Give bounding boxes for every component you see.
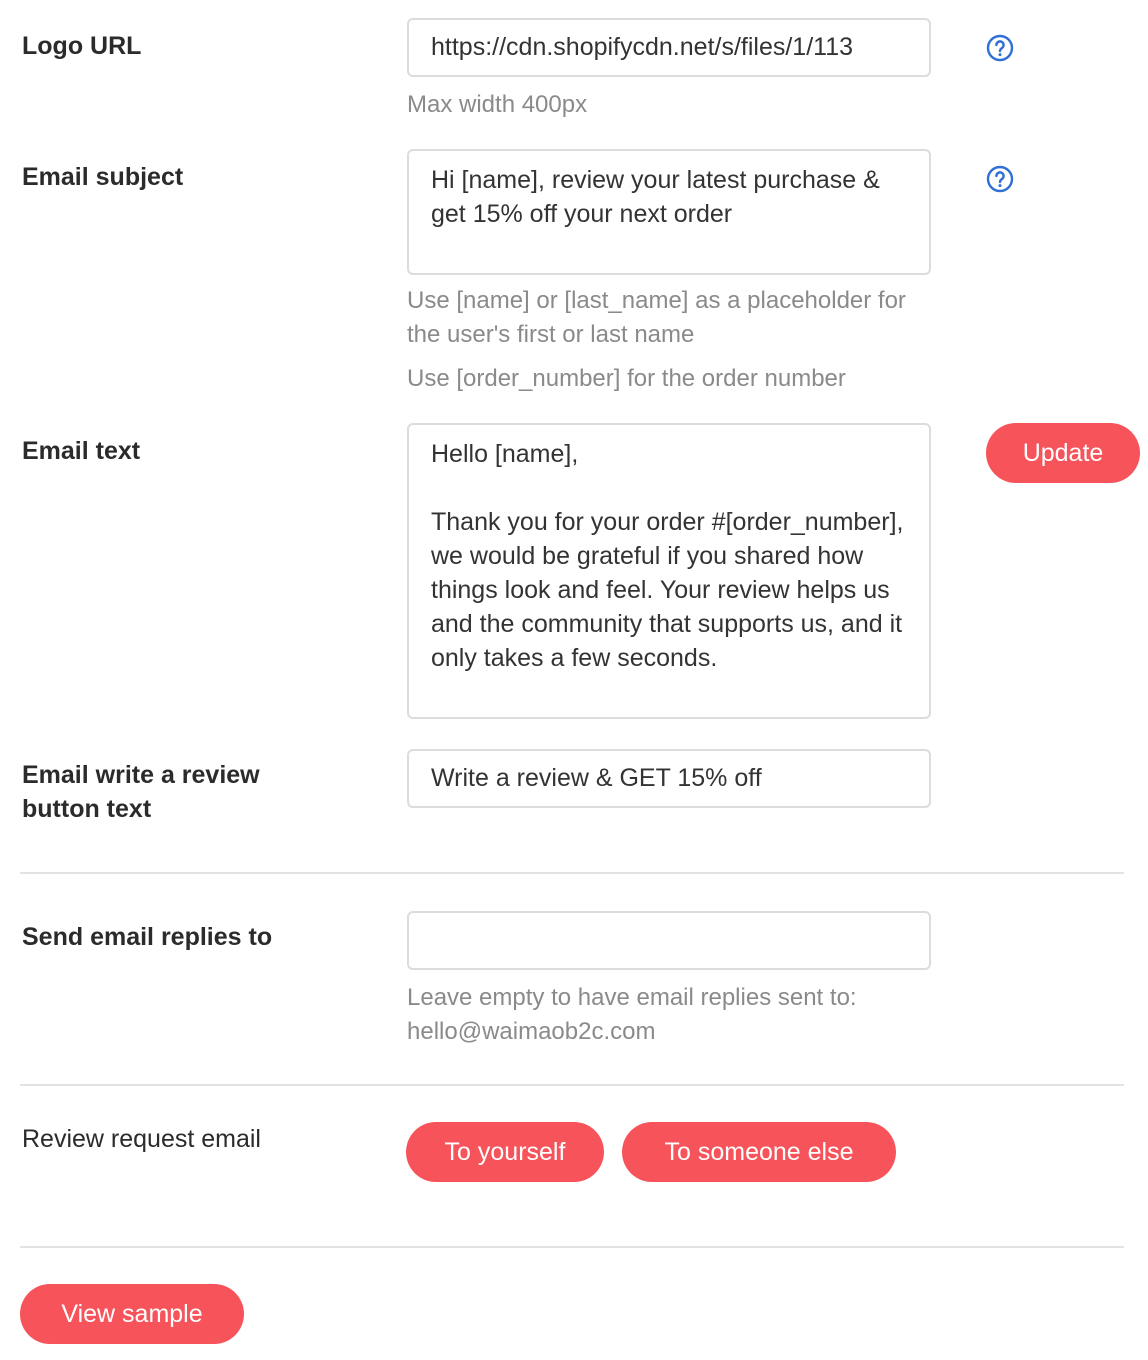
update-button[interactable]: Update [986,423,1140,483]
logo-url-hint: Max width 400px [407,91,588,118]
replies-email-input[interactable] [407,911,931,970]
review-button-text-input[interactable] [407,749,931,808]
logo-url-input[interactable] [407,18,931,77]
view-sample-button[interactable]: View sample [20,1284,244,1344]
section-divider [20,872,1124,874]
replies-hint: Leave empty to have email replies sent t… [407,984,857,1045]
section-divider [20,1246,1124,1248]
email-subject-input[interactable]: Hi [name], review your latest purchase &… [407,149,931,275]
email-subject-label: Email subject [22,163,184,191]
logo-url-label: Logo URL [22,32,142,60]
email-text-label: Email text [22,437,141,465]
question-circle-icon[interactable] [986,34,1014,62]
review-request-label: Review request email [22,1125,261,1153]
to-yourself-button[interactable]: To yourself [406,1122,604,1182]
question-circle-icon[interactable] [986,165,1014,193]
email-subject-hint-name: Use [name] or [last_name] as a placehold… [407,287,906,348]
section-divider [20,1084,1124,1086]
replies-label: Send email replies to [22,923,273,951]
to-someone-else-button[interactable]: To someone else [622,1122,896,1182]
email-text-input[interactable]: Hello [name], Thank you for your order #… [407,423,931,719]
email-subject-hint-order: Use [order_number] for the order number [407,365,846,392]
review-button-text-label: Email write a review button text [22,761,260,823]
